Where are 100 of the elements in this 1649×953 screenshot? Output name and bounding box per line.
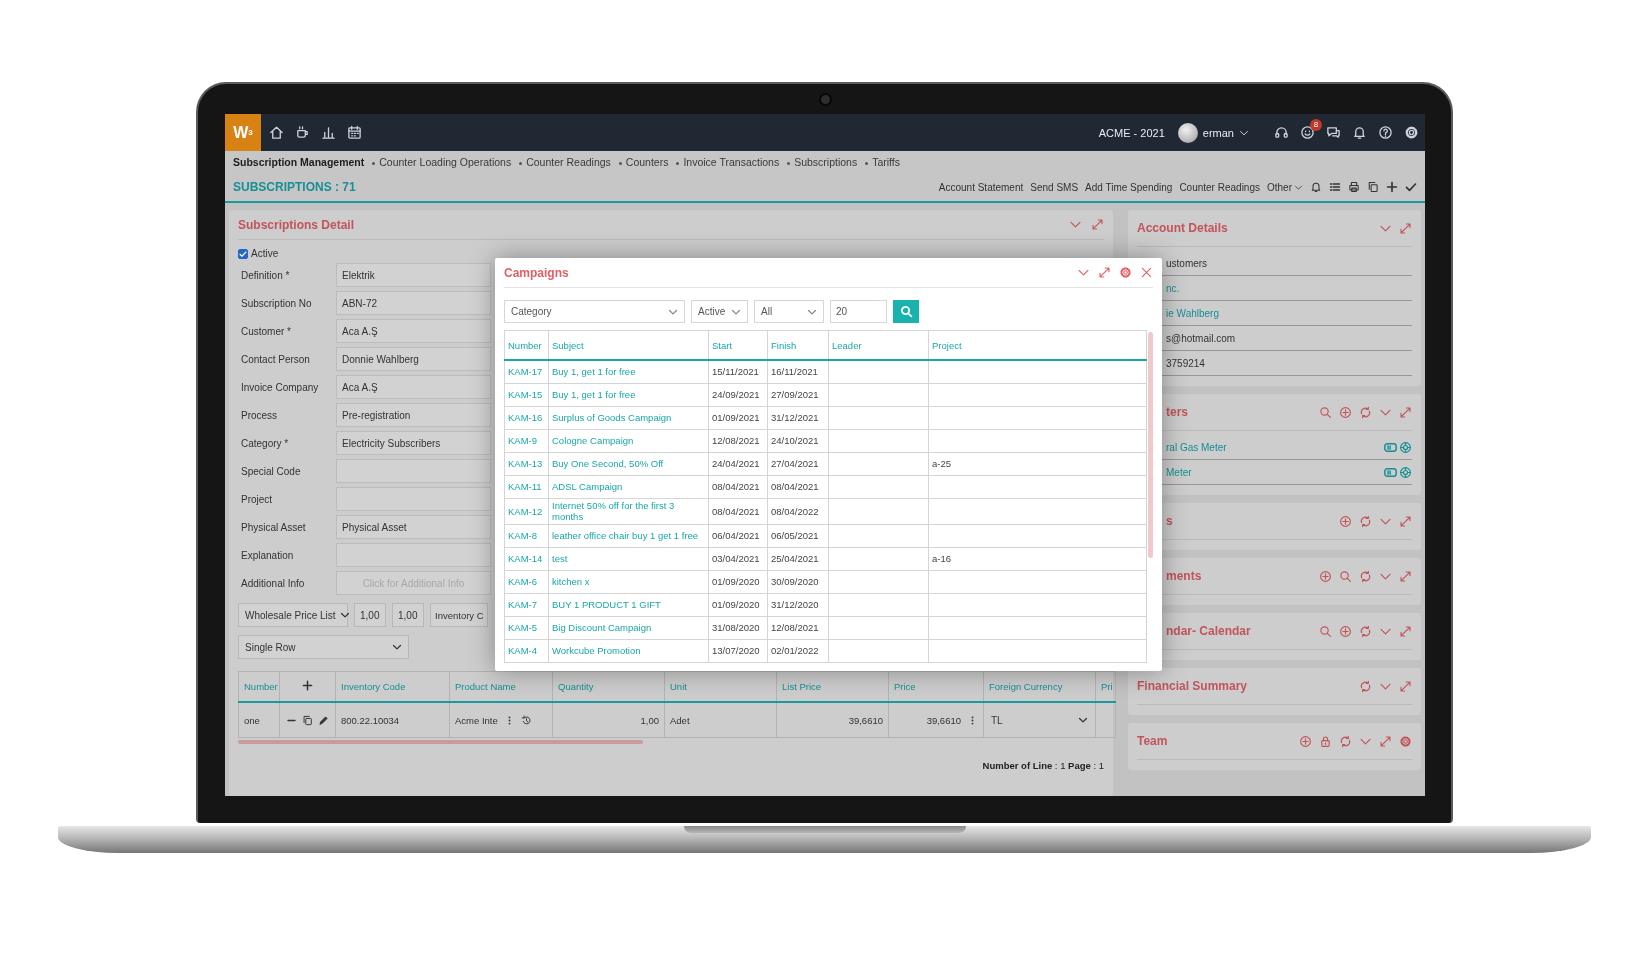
link[interactable]: nc. <box>1166 282 1180 294</box>
close-icon[interactable] <box>1140 266 1153 279</box>
campaign-link[interactable]: Buy 1, get 1 for free <box>548 360 709 384</box>
home-icon[interactable] <box>269 125 284 140</box>
column-header[interactable]: Inventory Code <box>335 671 450 702</box>
add-icon[interactable] <box>1339 624 1352 638</box>
breadcrumb-link[interactable]: Tariffs <box>865 156 900 168</box>
refresh-icon[interactable] <box>1359 624 1372 638</box>
column-header[interactable]: Project <box>928 330 1147 360</box>
bell-icon[interactable] <box>1310 181 1322 193</box>
scrollbar-thumb[interactable] <box>238 740 643 744</box>
add-icon[interactable] <box>1339 405 1352 419</box>
scrollbar-thumb[interactable] <box>1148 332 1153 558</box>
campaign-link[interactable]: KAM-15 <box>504 383 549 407</box>
column-header[interactable]: Leader <box>828 330 929 360</box>
text-field[interactable]: Aca A.Ş <box>336 319 491 343</box>
text-field[interactable]: Donnie Wahlberg <box>336 347 491 371</box>
campaign-link[interactable]: kitchen x <box>548 570 709 594</box>
dropdown[interactable]: Active <box>691 300 748 323</box>
user-menu[interactable]: erman <box>1177 122 1249 143</box>
copy-icon[interactable] <box>1367 181 1379 193</box>
search-icon[interactable] <box>1339 569 1352 583</box>
campaign-link[interactable]: KAM-13 <box>504 452 549 476</box>
campaign-link[interactable]: KAM-14 <box>504 547 549 571</box>
expand-icon[interactable] <box>1091 218 1104 231</box>
text-field[interactable]: Electricity Subscribers <box>336 431 491 455</box>
dropdown[interactable]: All <box>754 300 824 323</box>
expand-icon[interactable] <box>1399 405 1412 419</box>
add-icon[interactable] <box>1319 569 1332 583</box>
expand-icon[interactable] <box>1399 569 1412 583</box>
calendar-icon[interactable] <box>347 125 362 140</box>
action-link[interactable]: Add Time Spending <box>1085 181 1173 193</box>
target-icon[interactable] <box>1399 465 1412 479</box>
bell-icon[interactable] <box>1352 125 1367 140</box>
expand-icon[interactable] <box>1399 514 1412 528</box>
expand-icon[interactable] <box>1399 221 1412 235</box>
text-field[interactable]: Elektrik <box>336 263 491 287</box>
breadcrumb-link[interactable]: Counter Loading Operations <box>372 156 512 168</box>
refresh-icon[interactable] <box>1359 679 1372 693</box>
add-icon[interactable] <box>1299 734 1312 748</box>
action-link[interactable]: Account Statement <box>938 181 1024 193</box>
dropdown[interactable]: Wholesale Price List <box>238 603 348 627</box>
headset-icon[interactable] <box>1274 125 1289 140</box>
column-header[interactable]: Start <box>708 330 768 360</box>
inventory-button[interactable]: Inventory C <box>430 603 488 627</box>
smiley-icon[interactable] <box>1300 125 1315 140</box>
add-icon[interactable] <box>1339 514 1352 528</box>
company-name[interactable]: ACME - 2021 <box>1098 126 1165 139</box>
campaign-link[interactable]: Cologne Campaign <box>548 429 709 453</box>
print-icon[interactable] <box>1348 181 1360 193</box>
plus-icon[interactable] <box>1386 181 1398 193</box>
text-field[interactable]: Physical Asset <box>336 515 491 539</box>
copy-icon[interactable] <box>302 714 313 726</box>
column-header[interactable]: Number <box>504 330 549 360</box>
chat-icon[interactable] <box>1326 125 1341 140</box>
campaign-link[interactable]: KAM-17 <box>504 360 549 384</box>
text-field[interactable]: 20 <box>830 300 887 323</box>
toggle-icon[interactable] <box>1384 465 1397 479</box>
text-field[interactable]: Pre-registration <box>336 403 491 427</box>
list-icon[interactable] <box>1329 181 1341 193</box>
dropdown[interactable]: Category <box>504 300 685 323</box>
check-icon[interactable] <box>1405 181 1417 193</box>
bar-chart-icon[interactable] <box>321 125 336 140</box>
target-icon[interactable] <box>1399 440 1412 454</box>
lock-icon[interactable] <box>1319 734 1332 748</box>
breadcrumb-link[interactable]: Counter Readings <box>519 156 611 168</box>
campaign-link[interactable]: KAM-4 <box>504 639 549 663</box>
link[interactable]: ie Wahlberg <box>1166 307 1219 319</box>
campaign-link[interactable]: leather office chair buy 1 get 1 free <box>548 524 709 548</box>
help-icon[interactable] <box>1378 125 1393 140</box>
search-icon[interactable] <box>1319 624 1332 638</box>
refresh-icon[interactable] <box>1339 734 1352 748</box>
search-button[interactable] <box>893 300 919 323</box>
breadcrumb-link[interactable]: Subscription Management <box>233 156 365 168</box>
history-icon[interactable] <box>520 714 532 726</box>
refresh-icon[interactable] <box>1359 514 1372 528</box>
action-link[interactable]: Counter Readings <box>1179 181 1260 193</box>
text-field[interactable] <box>336 543 491 567</box>
campaign-link[interactable]: KAM-7 <box>504 593 549 617</box>
campaign-link[interactable]: Big Discount Campaign <box>548 616 709 640</box>
campaign-link[interactable]: BUY 1 PRODUCT 1 GIFT <box>548 593 709 617</box>
campaign-link[interactable]: Buy One Second, 50% Off <box>548 452 709 476</box>
refresh-icon[interactable] <box>1359 569 1372 583</box>
refresh-icon[interactable] <box>1359 405 1372 419</box>
checkbox[interactable] <box>238 248 248 259</box>
plus-icon[interactable] <box>302 680 313 691</box>
column-header[interactable]: Finish <box>767 330 829 360</box>
campaign-link[interactable]: KAM-12 <box>504 498 549 525</box>
search-icon[interactable] <box>1319 405 1332 419</box>
text-field[interactable]: 1,00 <box>354 603 386 627</box>
counter-link[interactable]: ral Gas Meter <box>1166 441 1227 453</box>
action-link[interactable]: Send SMS <box>1030 181 1079 193</box>
campaign-link[interactable]: Surplus of Goods Campaign <box>548 406 709 430</box>
text-field[interactable]: Aca A.Ş <box>336 375 491 399</box>
campaign-link[interactable]: KAM-11 <box>504 475 549 499</box>
campaign-link[interactable]: KAM-5 <box>504 616 549 640</box>
toggle-icon[interactable] <box>1384 440 1397 454</box>
dropdown[interactable]: Single Row <box>238 635 409 659</box>
campaign-link[interactable]: KAM-16 <box>504 406 549 430</box>
campaign-link[interactable]: Internet 50% off for the first 3 months <box>548 498 709 525</box>
